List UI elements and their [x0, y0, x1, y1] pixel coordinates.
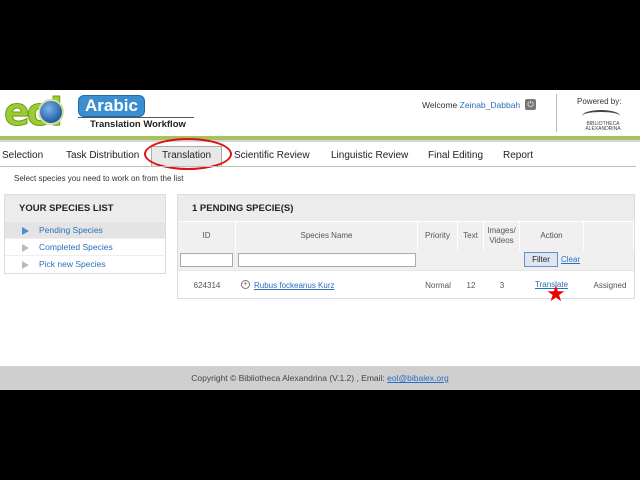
species-list-panel: YOUR SPECIES LIST Pending Species Comple…	[4, 194, 166, 274]
eol-arabic-logo[interactable]: eol Arabic Translation Workflow	[4, 92, 194, 136]
sidebar-item-completed-species[interactable]: Completed Species	[5, 238, 165, 255]
welcome-text: Welcome Zeinab_Dabbah	[422, 100, 520, 110]
column-header-priority[interactable]: Priority	[418, 222, 458, 250]
tab-task-distribution[interactable]: Task Distribution	[66, 150, 139, 161]
powered-by-label: Powered by:	[577, 97, 622, 106]
filter-row: Filter Clear	[178, 250, 634, 270]
filter-button[interactable]: Filter	[524, 252, 558, 267]
logo-badge: Arabic	[78, 95, 145, 117]
arrow-right-icon	[22, 244, 29, 252]
user-name-link[interactable]: Zeinab_Dabbah	[460, 100, 521, 110]
workflow-tabs: Selection Task Distribution Translation …	[0, 146, 640, 166]
bibliotheca-alexandrina-logo[interactable]: BIBLIOTHECA ALEXANDRINA	[578, 110, 628, 132]
header-divider	[556, 94, 557, 132]
species-text-count: 12	[466, 281, 476, 290]
tab-report[interactable]: Report	[503, 150, 533, 161]
clear-link[interactable]: Clear	[561, 255, 580, 264]
globe-icon	[38, 99, 64, 125]
partner-logo-caption: BIBLIOTHECA ALEXANDRINA	[585, 121, 621, 132]
pending-species-panel: 1 PENDING SPECIE(S) ID Species Name Prio…	[177, 194, 635, 305]
column-header-id[interactable]: ID	[178, 222, 236, 250]
column-header-text[interactable]: Text	[458, 222, 484, 250]
tab-scientific-review[interactable]: Scientific Review	[234, 150, 310, 161]
sidebar-item-label: Completed Species	[39, 242, 113, 252]
logo-subtitle: Translation Workflow	[90, 119, 186, 130]
column-header-action: Action	[520, 222, 584, 250]
footer: Copyright © Bibliotheca Alexandrina (V.1…	[0, 366, 640, 390]
arrow-right-icon	[22, 261, 29, 269]
tab-selection[interactable]: Selection	[2, 150, 43, 161]
logo-divider	[78, 117, 194, 118]
header: eol Arabic Translation Workflow Welcome …	[0, 90, 640, 138]
species-media-count: 3	[499, 281, 505, 290]
species-name-filter-input[interactable]	[238, 253, 416, 267]
id-filter-input[interactable]	[180, 253, 233, 267]
welcome-label: Welcome	[422, 100, 458, 110]
column-header-images-videos[interactable]: Images/ Videos	[484, 222, 520, 250]
copyright-text: Copyright © Bibliotheca Alexandrina (V.1…	[191, 373, 388, 383]
column-header-species-name[interactable]: Species Name	[236, 222, 418, 250]
species-list-title: YOUR SPECIES LIST	[5, 195, 165, 221]
sidebar-item-pending-species[interactable]: Pending Species	[5, 221, 165, 238]
instruction-text: Select species you need to work on from …	[14, 174, 184, 183]
star-icon: ★	[546, 281, 566, 306]
table-row: 624314 + Rubus fockeanus Kurz Normal 12 …	[178, 270, 634, 305]
species-id: 624314	[193, 281, 221, 290]
column-header-status	[584, 222, 634, 250]
arrow-right-icon	[22, 227, 29, 235]
sidebar-item-label: Pending Species	[39, 225, 103, 235]
email-link[interactable]: eol@bibalex.org	[387, 373, 449, 383]
species-priority: Normal	[425, 281, 451, 290]
app-window: eol Arabic Translation Workflow Welcome …	[0, 90, 640, 390]
species-status: Assigned	[593, 281, 627, 290]
header-shadow-bar	[0, 140, 640, 142]
sidebar-item-label: Pick new Species	[39, 259, 106, 269]
species-name-link[interactable]: Rubus fockeanus Kurz	[254, 281, 335, 290]
expand-icon[interactable]: +	[241, 280, 250, 289]
sidebar-item-pick-new-species[interactable]: Pick new Species	[5, 255, 165, 272]
logout-icon[interactable]: ⏻	[525, 99, 536, 110]
pending-species-title: 1 PENDING SPECIE(S)	[178, 195, 634, 221]
tabs-underline	[0, 166, 636, 167]
tab-final-editing[interactable]: Final Editing	[428, 150, 483, 161]
tab-linguistic-review[interactable]: Linguistic Review	[331, 150, 408, 161]
